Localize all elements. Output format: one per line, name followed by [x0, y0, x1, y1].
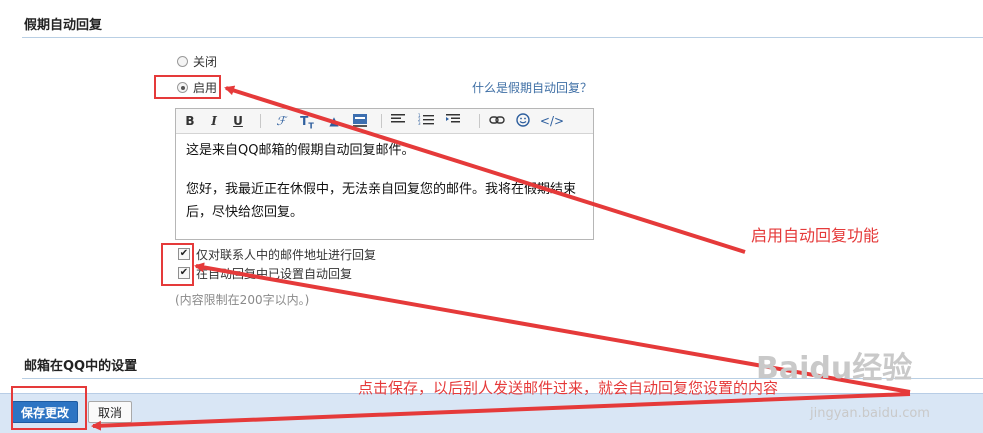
- arrow-to-save: [91, 392, 911, 431]
- watermark-url: jingyan.baidu.com: [810, 406, 930, 421]
- annotation-enable: 启用自动回复功能: [751, 226, 880, 245]
- annotation-save: 点击保存，以后别人发送邮件过来，就会自动回复您设置的内容: [358, 379, 779, 397]
- arrow-to-enable: [224, 85, 746, 254]
- watermark-logo: Baidu经验: [756, 351, 913, 386]
